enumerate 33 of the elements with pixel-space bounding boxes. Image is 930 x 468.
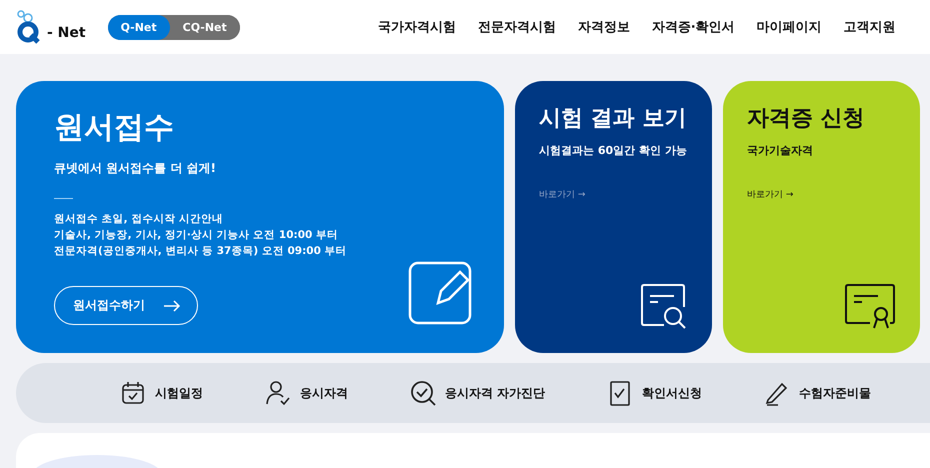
card-subtitle: 시험결과는 60일간 확인 가능: [539, 143, 688, 158]
quick-link[interactable]: 응시자격: [265, 380, 348, 406]
nav-link[interactable]: 고객지원: [844, 18, 896, 36]
notice-text: 원서접수 초일, 접수시작 시간안내 기술사, 기능장, 기사, 정기·상시 기능사 오전 10:00 부터 전문자격(공인중개사, 변리사 등 37종목) 오전 09:00 부터: [54, 212, 348, 259]
nav-link[interactable]: 자격정보: [578, 18, 630, 36]
card-title: 원서접수: [54, 109, 175, 147]
card-title: 시험 결과 보기: [539, 105, 688, 133]
apply-button[interactable]: 원서접수하기: [54, 286, 198, 325]
search-check-icon: [410, 380, 436, 406]
nav-link[interactable]: 마이페이지: [756, 18, 822, 36]
nav-link[interactable]: 전문자격시험: [478, 18, 556, 36]
quick-link[interactable]: 응시자격 자가진단: [410, 380, 546, 406]
nav-link[interactable]: 국가자격시험: [378, 18, 456, 36]
license-card[interactable]: 자격증 신청 국가기술자격 바로가기 →: [723, 81, 920, 353]
person-icon: [265, 380, 291, 406]
card-title: 자격증 신청: [747, 105, 866, 133]
document-search-icon: [640, 283, 688, 329]
site-tab[interactable]: Q-Net: [108, 14, 170, 40]
logo-text: - Net: [47, 25, 86, 41]
card-subtitle: 국가기술자격: [747, 143, 814, 158]
edit-icon: [408, 259, 474, 325]
arrow-icon: [163, 300, 181, 312]
shortcut-link[interactable]: 바로가기 →: [747, 188, 896, 201]
quick-link[interactable]: 시험일정: [120, 380, 203, 406]
quick-link[interactable]: 수험자준비물: [764, 380, 872, 406]
quick-link[interactable]: 확인서신청: [607, 380, 702, 406]
shortcut-link[interactable]: 바로가기 →: [539, 188, 688, 201]
calendar-icon: [120, 380, 146, 406]
card-subtitle: 큐넷에서 원서접수를 더 쉽게!: [54, 160, 218, 177]
application-card[interactable]: 원서접수 큐넷에서 원서접수를 더 쉽게! 원서접수 초일, 접수시작 시간안내 기술사, 기능장, 기사, 정기·상시 기능사 오전 10:00 부터 전문자격(공인중개사, 변리사 등 37종목) 오전 09:00 부터 원서접수하기: [16, 81, 504, 353]
certificate-icon: [844, 283, 896, 329]
result-card[interactable]: 시험 결과 보기 시험결과는 60일간 확인 가능 바로가기 →: [515, 81, 712, 353]
nav-link[interactable]: 자격증·확인서: [652, 18, 735, 36]
